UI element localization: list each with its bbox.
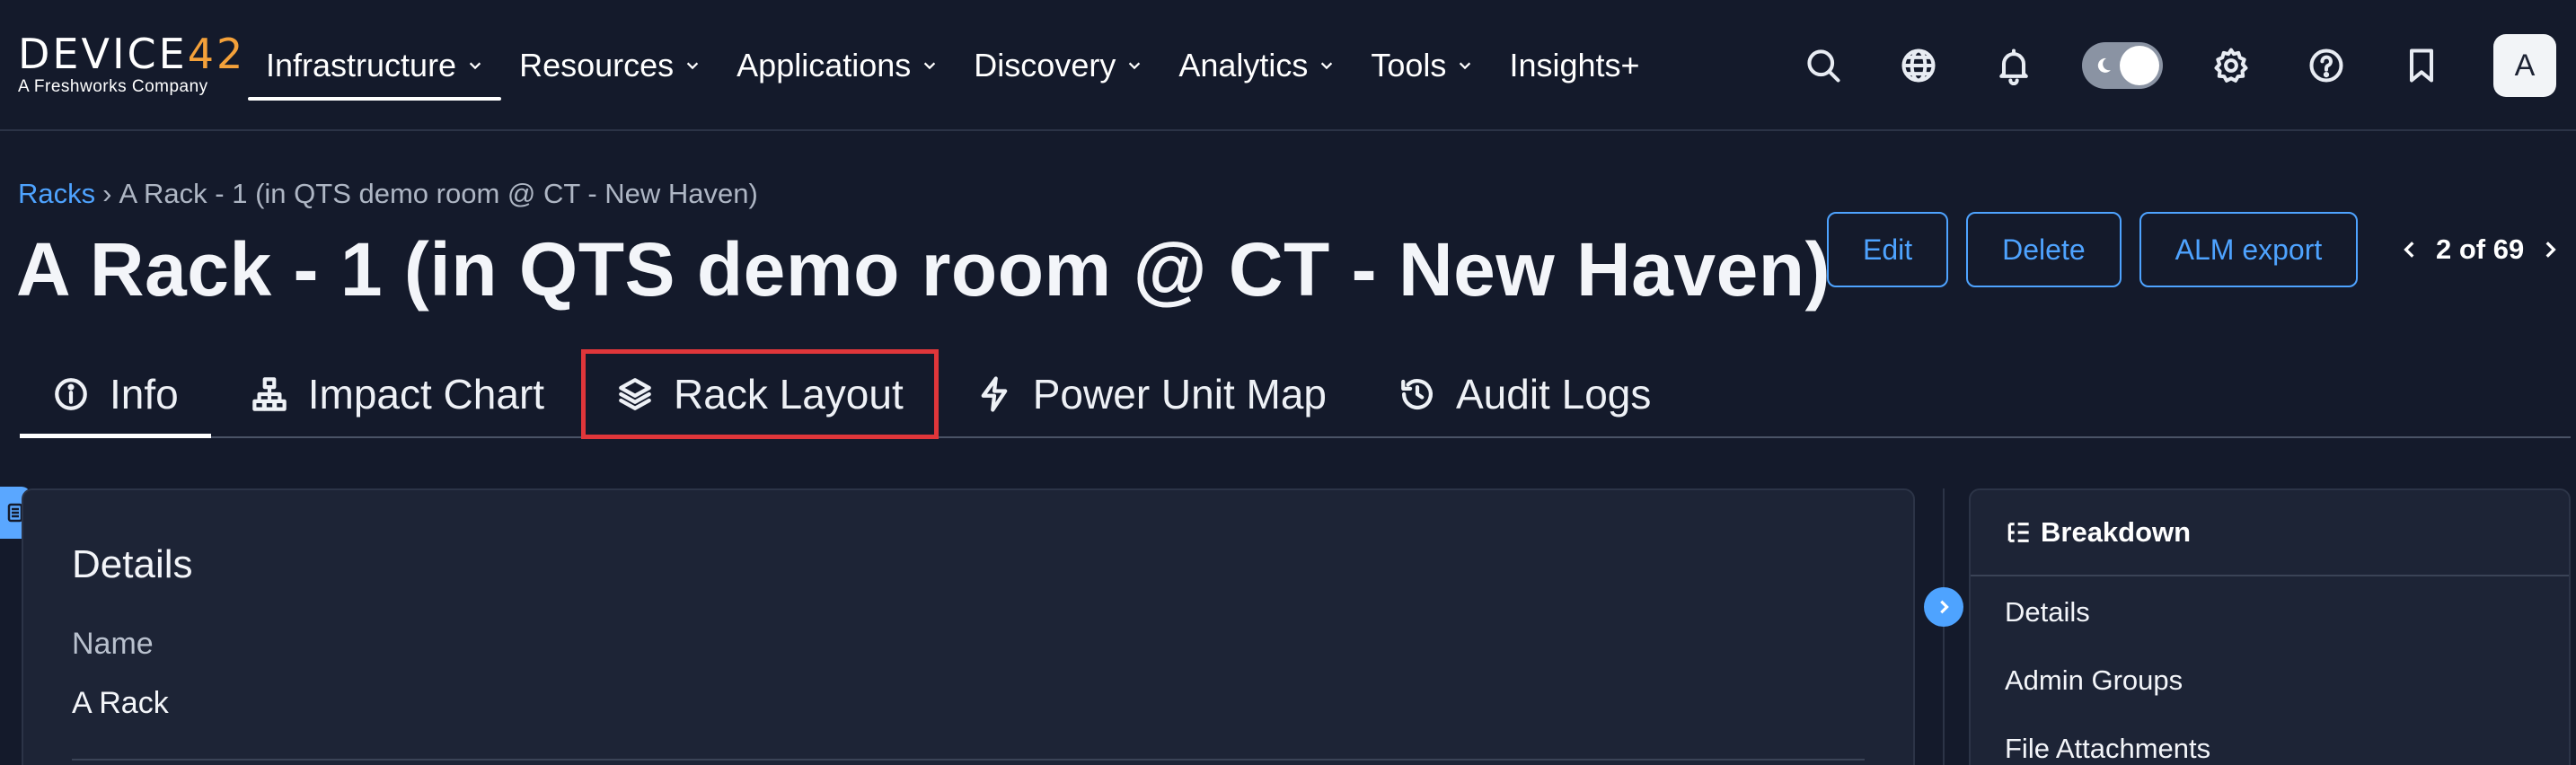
gear-icon	[2214, 48, 2248, 83]
pager-count: 2 of 69	[2436, 233, 2525, 265]
page-title: A Rack - 1 (in QTS demo room @ CT - New …	[16, 227, 1831, 312]
chevron-down-icon	[1321, 62, 1333, 70]
chevron-down-icon	[1129, 62, 1141, 70]
breakdown-heading: Breakdown	[2041, 516, 2192, 548]
alm-export-button[interactable]: ALM export	[2139, 212, 2359, 287]
detail-tabs: Info Impact Chart Rack Layout Power Unit…	[20, 349, 2571, 439]
moon-icon	[2097, 57, 2111, 73]
tab-rack-layout[interactable]: Rack Layout	[581, 349, 939, 439]
user-avatar[interactable]: A	[2493, 34, 2556, 97]
edit-button[interactable]: Edit	[1827, 212, 1949, 287]
nav-tools[interactable]: Tools	[1353, 0, 1491, 131]
layers-icon	[619, 378, 651, 410]
chevron-down-icon	[1460, 62, 1471, 70]
breadcrumb: Racks › A Rack - 1 (in QTS demo room @ CT …	[18, 178, 758, 210]
details-panel: Details Name A Rack	[22, 488, 1915, 765]
logo-accent: 42	[187, 30, 246, 78]
logo-tagline: A Freshworks Company	[18, 77, 208, 96]
help-button[interactable]	[2299, 39, 2353, 92]
help-icon	[2309, 48, 2343, 83]
breakdown-header: Breakdown	[1971, 490, 2569, 576]
tab-audit-logs[interactable]: Audit Logs	[1366, 352, 1683, 436]
search-button[interactable]	[1796, 39, 1850, 92]
page-actions: Edit Delete ALM export	[1827, 212, 2376, 287]
breakdown-panel: Breakdown Details Admin Groups File Atta…	[1969, 488, 2571, 765]
language-button[interactable]	[1892, 39, 1945, 92]
tab-power-unit-map[interactable]: Power Unit Map	[943, 352, 1359, 436]
panel-divider	[1943, 488, 1945, 765]
nav-resources[interactable]: Resources	[501, 0, 719, 131]
globe-icon	[1901, 48, 1936, 83]
info-icon	[55, 378, 87, 410]
chevron-down-icon	[469, 62, 481, 70]
bolt-icon	[981, 376, 1008, 412]
header-actions: A	[1755, 0, 2576, 131]
hierarchy-icon	[252, 377, 287, 411]
collapse-breakdown-button[interactable]	[1924, 587, 1963, 627]
details-heading: Details	[72, 542, 193, 586]
chevron-down-icon	[686, 62, 699, 70]
theme-toggle[interactable]	[2082, 42, 2163, 89]
next-record-icon[interactable]	[2540, 240, 2560, 259]
nav-insights[interactable]: Insights+	[1491, 0, 1657, 131]
chevron-right-icon	[1940, 600, 1949, 614]
main-menu: Infrastructure Resources Applications Di…	[248, 0, 1658, 131]
field-divider	[72, 759, 1865, 761]
device42-logo[interactable]: DEVICE42 A Freshworks Company	[18, 32, 245, 97]
tree-list-icon	[2007, 523, 2029, 542]
top-navigation: DEVICE42 A Freshworks Company Infrastruc…	[0, 0, 2576, 131]
tab-info[interactable]: Info	[20, 352, 211, 438]
breadcrumb-current: A Rack - 1 (in QTS demo room @ CT - New …	[119, 178, 758, 209]
history-icon	[1401, 379, 1433, 409]
search-icon	[1807, 49, 1840, 83]
breakdown-link-admin-groups[interactable]: Admin Groups	[2005, 664, 2183, 697]
chevron-down-icon	[924, 62, 936, 70]
nav-applications[interactable]: Applications	[719, 0, 956, 131]
delete-button[interactable]: Delete	[1966, 212, 2122, 287]
breakdown-link-file-attachments[interactable]: File Attachments	[2005, 733, 2210, 765]
breadcrumb-racks-link[interactable]: Racks	[18, 178, 95, 209]
bookmarks-button[interactable]	[2395, 39, 2448, 92]
bell-icon	[1999, 48, 2028, 85]
settings-button[interactable]	[2204, 39, 2258, 92]
nav-analytics[interactable]: Analytics	[1160, 0, 1353, 131]
tab-impact-chart[interactable]: Impact Chart	[218, 352, 577, 436]
bookmark-icon	[2409, 48, 2434, 83]
previous-record-icon[interactable]	[2400, 240, 2420, 259]
name-field-value: A Rack	[72, 686, 169, 720]
logo-prefix: DEVICE	[18, 30, 188, 78]
nav-infrastructure[interactable]: Infrastructure	[248, 0, 502, 131]
record-pager: 2 of 69	[2400, 212, 2560, 287]
notifications-button[interactable]	[1987, 39, 2041, 92]
nav-discovery[interactable]: Discovery	[956, 0, 1160, 131]
breakdown-link-details[interactable]: Details	[2005, 596, 2090, 629]
breadcrumb-separator: ›	[102, 178, 112, 209]
toggle-knob	[2120, 46, 2159, 85]
name-field-label: Name	[72, 627, 154, 661]
